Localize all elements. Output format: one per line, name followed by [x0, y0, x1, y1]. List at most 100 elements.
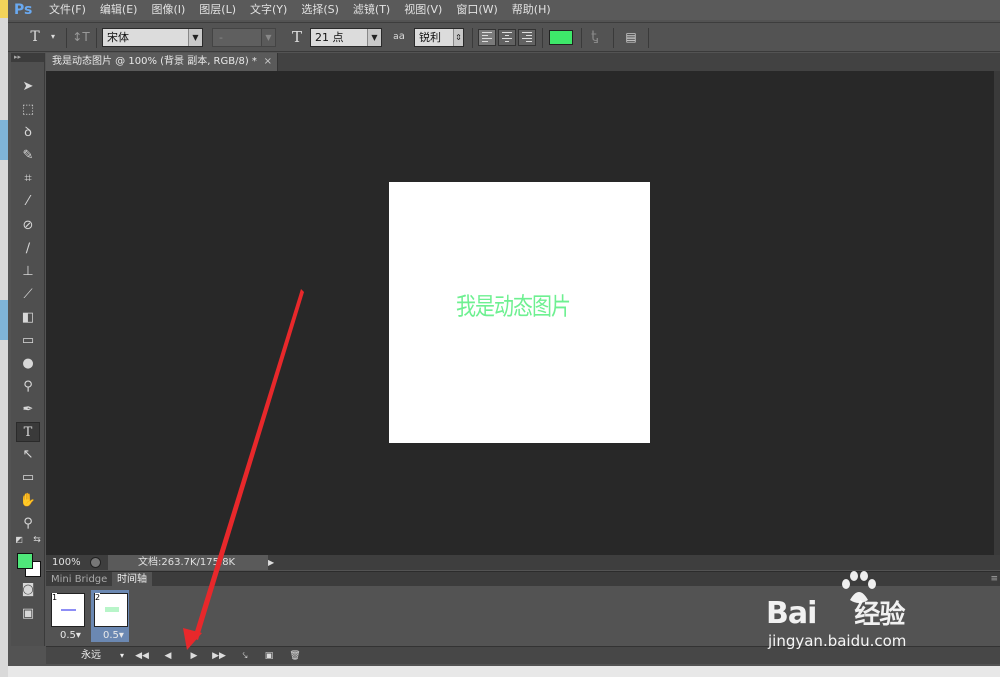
gradient-tool-icon[interactable]: ▭: [16, 331, 40, 351]
menu-help[interactable]: 帮助(H): [505, 0, 558, 20]
toolbox: ▸▸ ➤ ⬚ ꝺ ✎ ⌗ ⁄ ⊘ ∕ ⊥ ⟋ ◧ ▭ ● ⚲ ✒ T ↖ ▭ ✋…: [11, 53, 45, 646]
outside-chip: [0, 120, 8, 160]
document-tab-title: 我是动态图片 @ 100% (背景 副本, RGB/8) *: [52, 56, 257, 67]
default-colors-icon[interactable]: ◩: [13, 534, 25, 546]
first-frame-icon[interactable]: ◀◀: [133, 649, 151, 663]
hand-tool-icon[interactable]: ✋: [16, 491, 40, 511]
frame-delay[interactable]: 0.5▾: [60, 630, 81, 641]
watermark-brand-latin: Bai: [766, 596, 817, 631]
canvas-area[interactable]: 我是动态图片: [46, 71, 1000, 555]
chevron-down-icon: ▾: [119, 651, 124, 660]
antialias-select[interactable]: 锐利 ⇕: [414, 28, 464, 47]
duplicate-frame-icon[interactable]: ▣: [260, 649, 278, 663]
previous-frame-icon[interactable]: ◀: [159, 649, 177, 663]
menu-select[interactable]: 选择(S): [294, 0, 346, 20]
font-size-icon: T: [291, 28, 302, 46]
text-orientation-icon[interactable]: ↕T: [72, 28, 90, 46]
eraser-tool-icon[interactable]: ◧: [16, 308, 40, 328]
eyedropper-tool-icon[interactable]: ⁄: [16, 192, 40, 212]
align-center-button[interactable]: [498, 29, 516, 46]
clone-stamp-tool-icon[interactable]: ⊥: [16, 262, 40, 282]
next-frame-icon[interactable]: ▶▶: [210, 649, 228, 663]
chevron-updown-icon: ⇕: [453, 29, 463, 46]
screen-mode-icon[interactable]: ▣: [16, 604, 40, 624]
loop-value: 永远: [81, 650, 101, 661]
menu-bar: Ps 文件(F) 编辑(E) 图像(I) 图层(L) 文字(Y) 选择(S) 滤…: [8, 0, 1000, 20]
outside-chip: [0, 300, 8, 340]
document-canvas[interactable]: 我是动态图片: [389, 182, 650, 443]
frame-number: 1: [52, 593, 58, 602]
type-tool-preset-icon[interactable]: T: [26, 28, 44, 46]
quick-select-tool-icon[interactable]: ✎: [16, 146, 40, 166]
zoom-tool-icon[interactable]: ⚲: [16, 514, 40, 534]
watermark-brand: Bai 经验: [766, 594, 905, 631]
options-bar: T ▾ ↕T 宋体 ▼ - ▼ T 21 点 ▼ aa 锐利 ⇕ Ꮏ ▤: [8, 22, 1000, 52]
lasso-tool-icon[interactable]: ꝺ: [16, 123, 40, 143]
dodge-tool-icon[interactable]: ⚲: [16, 377, 40, 397]
healing-brush-tool-icon[interactable]: ⊘: [16, 216, 40, 236]
frame-delay[interactable]: 0.5▾: [103, 630, 124, 641]
font-family-select[interactable]: 宋体 ▼: [102, 28, 203, 47]
timeline-frame[interactable]: 1 0.5▾: [48, 590, 86, 642]
text-color-swatch[interactable]: [549, 30, 573, 45]
move-tool-icon[interactable]: ➤: [16, 77, 40, 97]
canvas-text-layer[interactable]: 我是动态图片: [456, 287, 571, 322]
document-tab-bar: 我是动态图片 @ 100% (背景 副本, RGB/8) * ×: [46, 53, 1000, 71]
font-family-value: 宋体: [107, 31, 129, 44]
watermark-brand-cn: 经验: [854, 600, 905, 630]
rectangle-tool-icon[interactable]: ▭: [16, 468, 40, 488]
antialias-value: 锐利: [419, 31, 441, 44]
status-bar: 100% 文档:263.7K/175.8K ▶: [46, 555, 1000, 570]
font-size-select[interactable]: 21 点 ▼: [310, 28, 382, 47]
menu-edit[interactable]: 编辑(E): [93, 0, 145, 20]
brush-tool-icon[interactable]: ∕: [16, 239, 40, 259]
vertical-scrollbar[interactable]: [994, 71, 1000, 555]
foreground-color-swatch[interactable]: [17, 553, 33, 569]
zoom-icon[interactable]: [90, 557, 101, 568]
antialias-label: a: [398, 31, 405, 42]
marquee-tool-icon[interactable]: ⬚: [16, 100, 40, 120]
character-panel-icon[interactable]: ▤: [622, 28, 640, 46]
close-icon[interactable]: ×: [264, 53, 272, 71]
play-icon[interactable]: ▶: [185, 649, 203, 663]
menu-window[interactable]: 窗口(W): [449, 0, 504, 20]
trash-icon[interactable]: 🗑: [286, 649, 304, 663]
baidu-jingyan-watermark: Bai 经验 jingyan.baidu.com: [760, 570, 960, 660]
tab-mini-bridge[interactable]: Mini Bridge: [46, 572, 112, 587]
tab-timeline[interactable]: 时间轴: [112, 572, 152, 587]
document-tab[interactable]: 我是动态图片 @ 100% (背景 副本, RGB/8) * ×: [46, 53, 278, 71]
font-size-value: 21 点: [315, 31, 344, 44]
chevron-down-icon[interactable]: ▾: [44, 28, 62, 46]
menu-layer[interactable]: 图层(L): [192, 0, 243, 20]
loop-select[interactable]: 永远 ▾: [76, 649, 124, 663]
play-icon[interactable]: ▶: [268, 556, 278, 569]
toolbox-collapse-icon[interactable]: ▸▸: [11, 53, 44, 62]
tween-icon[interactable]: ⤥: [236, 649, 254, 663]
document-info: 文档:263.7K/175.8K: [108, 555, 268, 570]
ps-logo: Ps: [14, 2, 33, 18]
chevron-down-icon: ▼: [261, 29, 275, 46]
type-tool-icon[interactable]: T: [16, 422, 40, 442]
zoom-level[interactable]: 100%: [52, 555, 81, 570]
frame-number: 2: [95, 593, 101, 602]
path-select-tool-icon[interactable]: ↖: [16, 445, 40, 465]
blur-tool-icon[interactable]: ●: [16, 354, 40, 374]
chevron-down-icon: ▼: [188, 29, 202, 46]
warp-text-icon[interactable]: Ꮏ: [586, 28, 604, 46]
crop-tool-icon[interactable]: ⌗: [16, 169, 40, 189]
menu-view[interactable]: 视图(V): [397, 0, 449, 20]
menu-file[interactable]: 文件(F): [42, 0, 93, 20]
align-right-button[interactable]: [518, 29, 536, 46]
antialias-icon: aa: [393, 31, 405, 42]
panel-menu-icon[interactable]: ≡: [990, 572, 998, 587]
history-brush-tool-icon[interactable]: ⟋: [16, 285, 40, 305]
timeline-frame-selected[interactable]: 2 0.5▾: [91, 590, 129, 642]
menu-type[interactable]: 文字(Y): [243, 0, 294, 20]
menu-filter[interactable]: 滤镜(T): [346, 0, 397, 20]
quick-mask-icon[interactable]: ◙: [16, 580, 40, 600]
menu-image[interactable]: 图像(I): [144, 0, 192, 20]
align-left-button[interactable]: [478, 29, 496, 46]
pen-tool-icon[interactable]: ✒: [16, 400, 40, 420]
swap-colors-icon[interactable]: ⇆: [31, 534, 43, 546]
font-style-select[interactable]: - ▼: [212, 28, 276, 47]
